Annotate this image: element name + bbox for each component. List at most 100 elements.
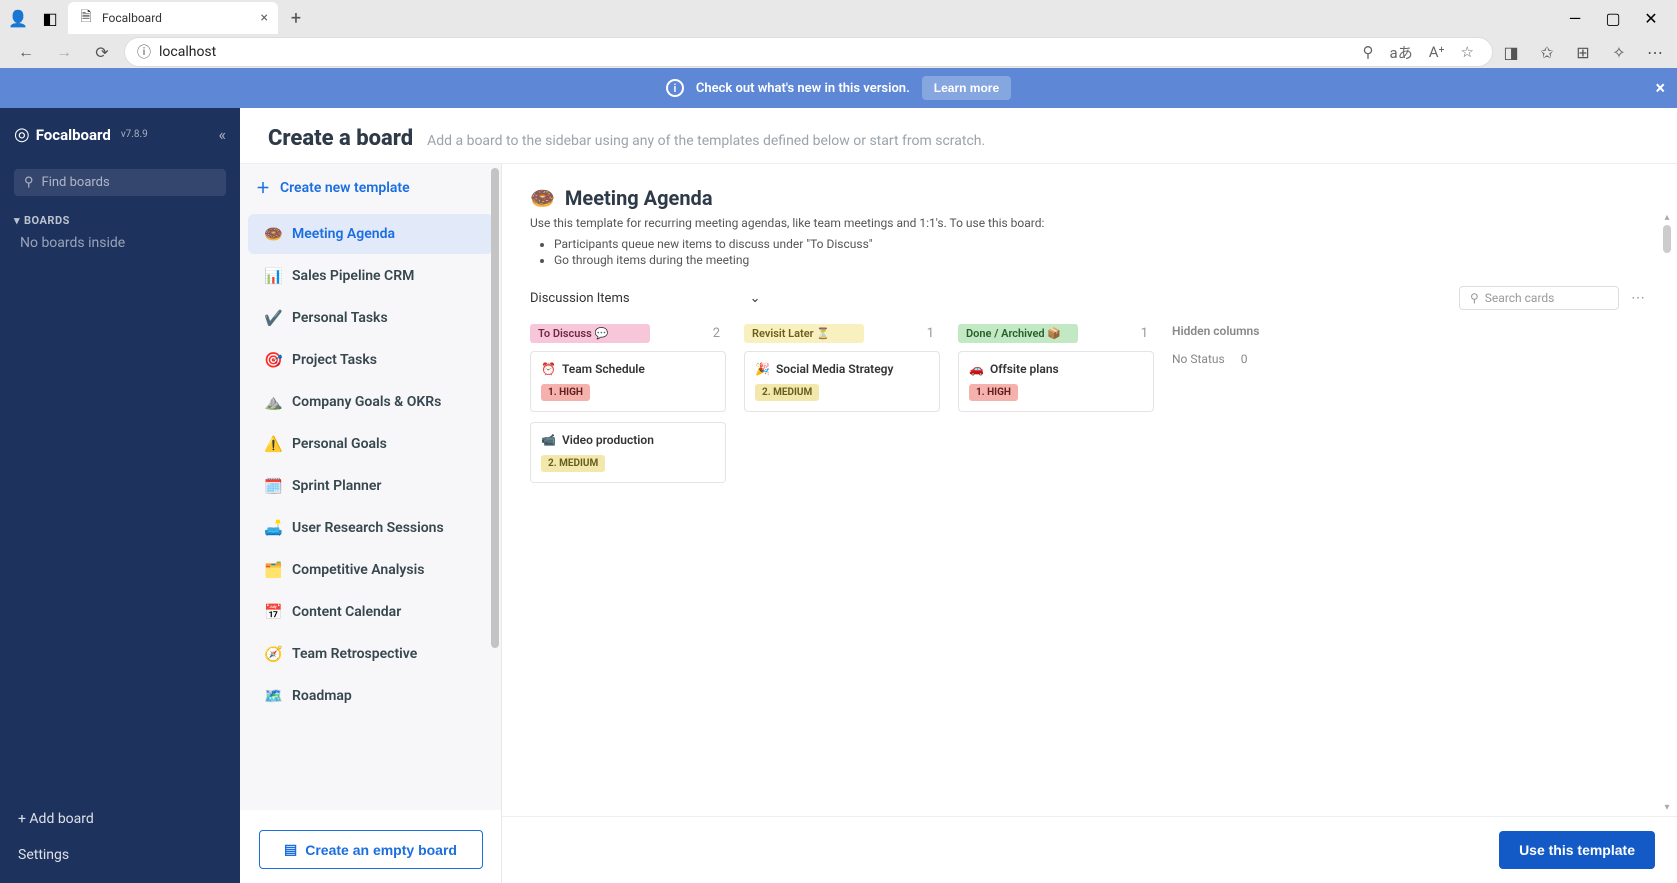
template-label: Sprint Planner <box>292 478 381 494</box>
kanban-card[interactable]: 📹 Video production 2. MEDIUM <box>530 422 726 483</box>
kanban-card[interactable]: 🎉Social Media Strategy2. MEDIUM <box>744 351 940 412</box>
content-header: Create a board Add a board to the sideba… <box>240 108 1677 164</box>
use-template-button[interactable]: Use this template <box>1499 831 1655 869</box>
template-item[interactable]: 📊Sales Pipeline CRM <box>248 256 493 296</box>
url-right-icons: ⚲ aあ A⁺ ☆ <box>1363 42 1480 63</box>
extensions-icon[interactable]: ✧ <box>1607 43 1631 62</box>
search-icon: ⚲ <box>1470 291 1479 305</box>
template-icon: 🗺️ <box>264 687 282 705</box>
close-tab-icon[interactable]: × <box>261 10 268 26</box>
card-icon: 📹 <box>541 433 556 447</box>
template-item[interactable]: 🍩Meeting Agenda <box>248 214 493 254</box>
profile-icon[interactable]: 👤 <box>4 4 32 32</box>
template-list: ＋ Create new template 🍩Meeting Agenda📊Sa… <box>240 164 502 883</box>
preview-footer: Use this template <box>502 816 1677 883</box>
split-screen-icon[interactable]: ◨ <box>1499 43 1523 62</box>
priority-badge: 1. HIGH <box>541 384 590 401</box>
kanban-board: To Discuss 💬 2 ⏰Team Schedule1. HIGH 📹 Vid… <box>530 324 1649 493</box>
hidden-columns-label: Hidden columns <box>1172 324 1312 338</box>
preview-description: Use this template for recurring meeting … <box>530 216 1649 268</box>
site-info-icon[interactable]: ⓘ <box>137 42 151 62</box>
card-title: Offsite plans <box>990 362 1059 376</box>
kanban-card[interactable]: 🚗Offsite plans1. HIGH <box>958 351 1154 412</box>
logo-icon: ◎ <box>14 124 30 145</box>
search-engine-icon[interactable]: ⚲ <box>1363 43 1374 61</box>
template-item[interactable]: ⛰️Company Goals & OKRs <box>248 382 493 422</box>
refresh-icon[interactable]: ⟳ <box>86 36 118 68</box>
description-bullet: Participants queue new items to discuss … <box>554 236 1649 252</box>
template-icon: 🎯 <box>264 351 282 369</box>
more-menu-icon[interactable]: ⋯ <box>1627 290 1649 306</box>
add-board-button[interactable]: + Add board <box>0 801 240 837</box>
template-icon: ✔️ <box>264 309 282 327</box>
preview-scrollbar[interactable]: ▴ ▾ <box>1661 212 1673 813</box>
template-item[interactable]: 🧭 Team Retrospective <box>248 634 493 674</box>
chevron-down-icon: ▾ <box>14 214 20 227</box>
browser-extra: ◨ ✩ ⊞ ✧ ⋯ <box>1499 43 1667 62</box>
template-item[interactable]: 🛋️User Research Sessions <box>248 508 493 548</box>
collections-icon[interactable]: ⊞ <box>1571 43 1595 62</box>
template-label: Meeting Agenda <box>292 226 395 242</box>
create-new-template-button[interactable]: ＋ Create new template <box>240 164 501 212</box>
browser-chrome: 👤 ◧ 🗎 Focalboard × + — ▢ ✕ ← → ⟳ ⓘ local… <box>0 0 1677 68</box>
template-footer: ▤ Create an empty board <box>240 810 501 883</box>
template-item[interactable]: 🗺️Roadmap <box>248 676 493 716</box>
maximize-icon[interactable]: ▢ <box>1603 8 1623 28</box>
scroll-thumb[interactable] <box>1663 225 1671 253</box>
learn-more-button[interactable]: Learn more <box>922 76 1011 100</box>
text-size-icon[interactable]: A⁺ <box>1429 43 1445 61</box>
template-item[interactable]: 🗓️Sprint Planner <box>248 466 493 506</box>
favorites-list-icon[interactable]: ✩ <box>1535 43 1559 62</box>
translate-icon[interactable]: aあ <box>1390 42 1413 63</box>
column-count: 1 <box>927 326 934 341</box>
template-item[interactable]: 🎯Project Tasks <box>248 340 493 380</box>
scroll-down-icon[interactable]: ▾ <box>1661 802 1673 813</box>
priority-badge: 1. HIGH <box>969 384 1018 401</box>
priority-badge: 2. MEDIUM <box>541 455 605 472</box>
close-window-icon[interactable]: ✕ <box>1641 8 1661 28</box>
card-title: Video production <box>562 433 654 447</box>
template-preview: 🍩 Meeting Agenda Use this template for r… <box>502 164 1677 883</box>
settings-link[interactable]: Settings <box>0 837 240 873</box>
url-bar[interactable]: ⓘ localhost ⚲ aあ A⁺ ☆ <box>124 37 1493 67</box>
new-tab-button[interactable]: + <box>282 4 310 32</box>
tab-title: Focalboard <box>102 11 162 25</box>
column-label[interactable]: To Discuss 💬 <box>530 324 650 343</box>
tab-overview-icon[interactable]: ◧ <box>36 4 64 32</box>
back-icon[interactable]: ← <box>10 36 42 68</box>
preview-body: 🍩 Meeting Agenda Use this template for r… <box>502 164 1677 816</box>
template-item[interactable]: ✔️Personal Tasks <box>248 298 493 338</box>
favorite-icon[interactable]: ☆ <box>1461 43 1474 61</box>
template-scrollbar[interactable] <box>491 168 499 648</box>
template-icon: 📊 <box>264 267 282 285</box>
sidebar-header: ◎ Focalboard v7.8.9 « <box>0 108 240 161</box>
card-title: Social Media Strategy <box>776 362 893 376</box>
search-cards-input[interactable]: ⚲ Search cards <box>1459 286 1619 310</box>
view-selector[interactable]: Discussion Items ⌄ <box>530 291 760 306</box>
template-icon: 🧭 <box>264 645 282 663</box>
minimize-icon[interactable]: — <box>1565 8 1585 28</box>
create-empty-board-button[interactable]: ▤ Create an empty board <box>259 830 483 869</box>
boards-section-heading[interactable]: ▾ BOARDS <box>0 204 240 231</box>
brand-name: Focalboard <box>36 126 111 144</box>
template-item[interactable]: 🗂️Competitive Analysis <box>248 550 493 590</box>
more-icon[interactable]: ⋯ <box>1643 43 1667 62</box>
template-item[interactable]: 📅Content Calendar <box>248 592 493 632</box>
kanban-card[interactable]: ⏰Team Schedule1. HIGH <box>530 351 726 412</box>
column-label[interactable]: Revisit Later ⏳ <box>744 324 864 343</box>
column-count: 2 <box>713 326 720 341</box>
find-boards-input[interactable]: ⚲ Find boards <box>14 169 226 196</box>
template-item[interactable]: ⚠️Personal Goals <box>248 424 493 464</box>
info-icon: i <box>666 79 684 97</box>
whats-new-banner: i Check out what's new in this version. … <box>0 68 1677 108</box>
no-status-label[interactable]: No Status <box>1172 352 1225 366</box>
template-label: Team Retrospective <box>292 646 417 662</box>
kanban-column: Done / Archived 📦 1 🚗Offsite plans1. HIG… <box>958 324 1154 422</box>
collapse-icon[interactable]: « <box>218 125 226 144</box>
scroll-up-icon[interactable]: ▴ <box>1661 212 1673 223</box>
column-label[interactable]: Done / Archived 📦 <box>958 324 1078 343</box>
template-icon: ⛰️ <box>264 393 282 411</box>
tab-row: 👤 ◧ 🗎 Focalboard × + — ▢ ✕ <box>0 0 1677 36</box>
banner-close-icon[interactable]: × <box>1655 78 1665 99</box>
browser-tab[interactable]: 🗎 Focalboard × <box>68 2 278 34</box>
